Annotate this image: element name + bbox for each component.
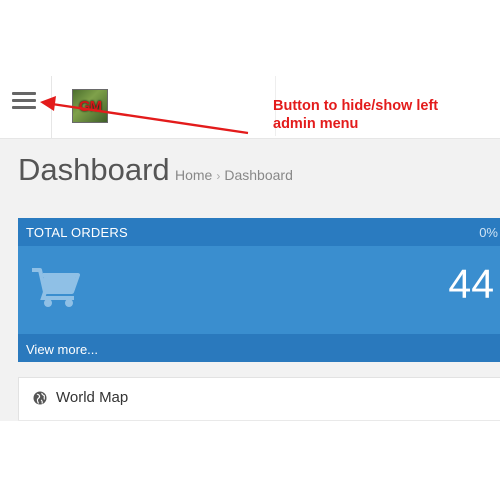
view-more-link[interactable]: View more...: [26, 342, 98, 357]
annotation-line-2: admin menu: [273, 116, 359, 132]
panel-title: World Map: [56, 389, 129, 406]
annotation-label: Button to hide/show left admin menu: [273, 97, 438, 133]
hamburger-icon-bar: [12, 106, 36, 109]
tile-header: TOTAL ORDERS 0%: [18, 218, 500, 246]
logo-text: GM: [78, 97, 102, 115]
breadcrumb-dashboard[interactable]: Dashboard: [224, 167, 293, 183]
globe-icon: [33, 391, 47, 405]
breadcrumb-home[interactable]: Home: [175, 167, 212, 183]
tile-percent: 0%: [479, 225, 498, 240]
hamburger-icon-bar: [12, 99, 36, 102]
world-map-panel: World Map: [18, 377, 500, 421]
annotation-line-1: Button to hide/show left: [273, 98, 439, 114]
shopping-cart-icon: [32, 268, 80, 307]
tile-value: 44: [448, 261, 494, 307]
total-orders-tile: TOTAL ORDERS 0% 44 View more...: [18, 218, 500, 362]
page-title: Dashboard: [18, 152, 170, 187]
store-logo[interactable]: GM: [72, 89, 108, 123]
menu-toggle-button[interactable]: [12, 92, 36, 110]
admin-screenshot: GM Button to hide/show left admin menu D…: [0, 0, 500, 500]
breadcrumb: Home › Dashboard: [175, 167, 293, 183]
panel-divider: [18, 420, 500, 421]
header-divider: [51, 76, 52, 138]
tile-footer: View more...: [18, 334, 500, 362]
breadcrumb-separator: ›: [216, 169, 221, 183]
hamburger-icon: [12, 92, 36, 95]
tile-heading: TOTAL ORDERS: [26, 225, 128, 240]
